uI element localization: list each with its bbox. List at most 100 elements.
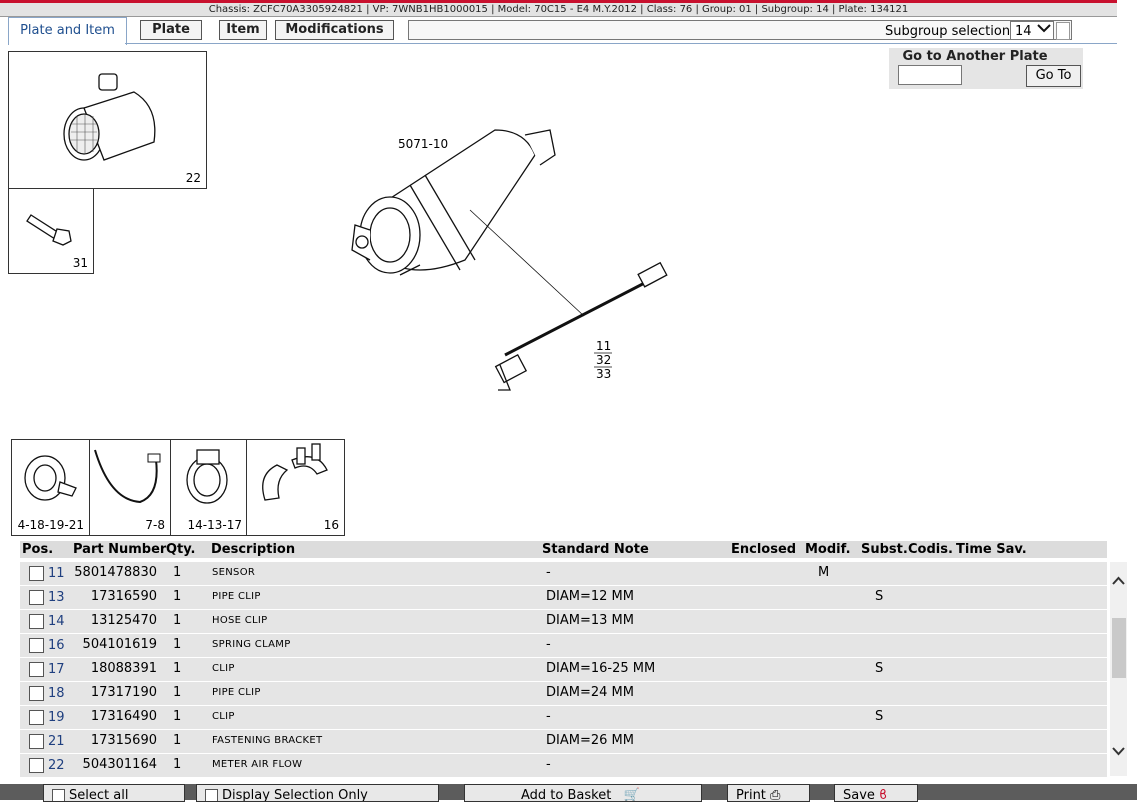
modifications-button[interactable]: Modifications bbox=[275, 20, 394, 40]
table-row[interactable]: 21 17315690 1 FASTENING BRACKET DIAM=26 … bbox=[20, 730, 1107, 754]
subgroup-extra-box bbox=[1056, 22, 1070, 40]
row-standard-note: - bbox=[546, 709, 551, 724]
row-standard-note: DIAM=16-25 MM bbox=[546, 661, 656, 676]
thumbnail-item-16[interactable]: 16 bbox=[246, 439, 345, 536]
select-all-button[interactable]: Select all bbox=[43, 784, 185, 802]
table-row[interactable]: 17 18088391 1 CLIP DIAM=16-25 MM S bbox=[20, 658, 1107, 682]
row-description: CLIP bbox=[212, 663, 235, 674]
row-subst: S bbox=[875, 709, 884, 724]
row-qty: 1 bbox=[173, 565, 182, 580]
thumbnail-item-22[interactable]: 22 bbox=[8, 51, 207, 189]
row-standard-note: - bbox=[546, 565, 551, 580]
diagram-label-main: 5071-10 bbox=[398, 137, 448, 151]
goto-plate-input[interactable] bbox=[898, 65, 962, 85]
display-selection-only-button[interactable]: Display Selection Only bbox=[196, 784, 439, 802]
print-button[interactable]: Print ⎙ bbox=[727, 784, 810, 802]
parts-table-header: Pos. Part Number Qty. Description Standa… bbox=[20, 541, 1107, 558]
row-checkbox[interactable] bbox=[29, 686, 44, 701]
thumbnail-label: 4-18-19-21 bbox=[17, 518, 84, 532]
col-standard-note[interactable]: Standard Note bbox=[542, 542, 649, 557]
table-row[interactable]: 14 13125470 1 HOSE CLIP DIAM=13 MM bbox=[20, 610, 1107, 634]
row-pos[interactable]: 22 bbox=[48, 758, 65, 773]
row-pos[interactable]: 17 bbox=[48, 662, 65, 677]
row-checkbox[interactable] bbox=[29, 662, 44, 677]
row-standard-note: DIAM=26 MM bbox=[546, 733, 634, 748]
subgroup-select-value: 14 bbox=[1015, 24, 1032, 39]
row-qty: 1 bbox=[173, 589, 182, 604]
worm-clamp-icon bbox=[186, 449, 228, 504]
exploded-parts-diagram: 5071-10 11 32 33 bbox=[351, 129, 668, 391]
col-modif[interactable]: Modif. bbox=[805, 542, 851, 557]
save-button[interactable]: Save ϐ bbox=[834, 784, 918, 802]
scrollbar-thumb[interactable] bbox=[1112, 618, 1126, 678]
row-part-number: 5801478830 bbox=[74, 565, 157, 580]
vehicle-info-bar: Chassis: ZCFC70A3305924821 | VP: 7WNB1HB… bbox=[0, 3, 1117, 17]
row-pos[interactable]: 21 bbox=[48, 734, 65, 749]
chevron-down-icon[interactable] bbox=[1036, 20, 1052, 40]
col-qty[interactable]: Qty. bbox=[166, 542, 196, 557]
table-row[interactable]: 13 17316590 1 PIPE CLIP DIAM=12 MM S bbox=[20, 586, 1107, 610]
row-part-number: 17316490 bbox=[90, 709, 157, 724]
thumbnail-label: 14-13-17 bbox=[187, 518, 242, 532]
row-pos[interactable]: 11 bbox=[48, 566, 65, 581]
col-subst[interactable]: Subst. bbox=[861, 542, 908, 557]
row-pos[interactable]: 14 bbox=[48, 614, 65, 629]
row-checkbox[interactable] bbox=[29, 734, 44, 749]
row-pos[interactable]: 16 bbox=[48, 638, 65, 653]
hose-clip-icon bbox=[24, 455, 77, 501]
row-qty: 1 bbox=[173, 613, 182, 628]
table-row[interactable]: 19 17316490 1 CLIP - S bbox=[20, 706, 1107, 730]
thumbnail-label: 22 bbox=[185, 171, 201, 185]
row-qty: 1 bbox=[173, 637, 182, 652]
table-row[interactable]: 22 504301164 1 METER AIR FLOW - bbox=[20, 754, 1107, 778]
thumbnail-item-7-8[interactable]: 7-8 bbox=[89, 439, 171, 536]
table-row[interactable]: 11 5801478830 1 SENSOR - M bbox=[20, 562, 1107, 586]
goto-plate-title: Go to Another Plate bbox=[902, 49, 1048, 64]
plate-button[interactable]: Plate bbox=[140, 20, 202, 40]
spring-clamp-icon bbox=[262, 443, 328, 501]
row-part-number: 17315690 bbox=[90, 733, 157, 748]
col-pos[interactable]: Pos. bbox=[22, 542, 53, 557]
item-button[interactable]: Item bbox=[219, 20, 267, 40]
col-time-sav[interactable]: Time Sav. bbox=[956, 542, 1027, 557]
col-enclosed[interactable]: Enclosed bbox=[731, 542, 796, 557]
row-part-number: 17316590 bbox=[90, 589, 157, 604]
row-description: FASTENING BRACKET bbox=[212, 735, 323, 746]
tab-plate-and-item[interactable]: Plate and Item bbox=[8, 17, 127, 45]
row-pos[interactable]: 19 bbox=[48, 710, 65, 725]
table-row[interactable]: 16 504101619 1 SPRING CLAMP - bbox=[20, 634, 1107, 658]
row-checkbox[interactable] bbox=[29, 590, 44, 605]
row-modif: M bbox=[818, 565, 830, 580]
col-part-number[interactable]: Part Number bbox=[73, 542, 166, 557]
row-part-number: 504101619 bbox=[82, 637, 157, 652]
row-description: HOSE CLIP bbox=[212, 615, 268, 626]
strap-icon bbox=[94, 449, 161, 504]
chevron-up-icon[interactable] bbox=[1110, 573, 1127, 593]
subgroup-selection-label: Subgroup selection bbox=[885, 24, 1011, 39]
thumbnail-item-31[interactable]: 31 bbox=[8, 188, 94, 274]
thumbnail-label: 31 bbox=[72, 256, 88, 270]
row-checkbox[interactable] bbox=[29, 758, 44, 773]
row-checkbox[interactable] bbox=[29, 638, 44, 653]
row-part-number: 13125470 bbox=[90, 613, 157, 628]
add-to-basket-button[interactable]: Add to Basket 🛒 bbox=[464, 784, 702, 802]
chevron-down-icon[interactable] bbox=[1110, 742, 1127, 762]
col-description[interactable]: Description bbox=[211, 542, 295, 557]
row-description: METER AIR FLOW bbox=[212, 759, 303, 770]
select-all-checkbox[interactable] bbox=[52, 789, 65, 801]
row-checkbox[interactable] bbox=[29, 710, 44, 725]
row-description: PIPE CLIP bbox=[212, 687, 261, 698]
row-standard-note: - bbox=[546, 757, 551, 772]
row-subst: S bbox=[875, 589, 884, 604]
row-standard-note: DIAM=12 MM bbox=[546, 589, 634, 604]
thumbnail-item-4-18-19-21[interactable]: 4-18-19-21 bbox=[11, 439, 90, 536]
thumbnail-item-14-13-17[interactable]: 14-13-17 bbox=[170, 439, 248, 536]
row-pos[interactable]: 13 bbox=[48, 590, 65, 605]
row-pos[interactable]: 18 bbox=[48, 686, 65, 701]
row-checkbox[interactable] bbox=[29, 614, 44, 629]
display-selection-checkbox[interactable] bbox=[205, 789, 218, 801]
goto-button[interactable]: Go To bbox=[1026, 65, 1081, 87]
col-codis[interactable]: Codis. bbox=[908, 542, 953, 557]
row-checkbox[interactable] bbox=[29, 566, 44, 581]
table-row[interactable]: 18 17317190 1 PIPE CLIP DIAM=24 MM bbox=[20, 682, 1107, 706]
